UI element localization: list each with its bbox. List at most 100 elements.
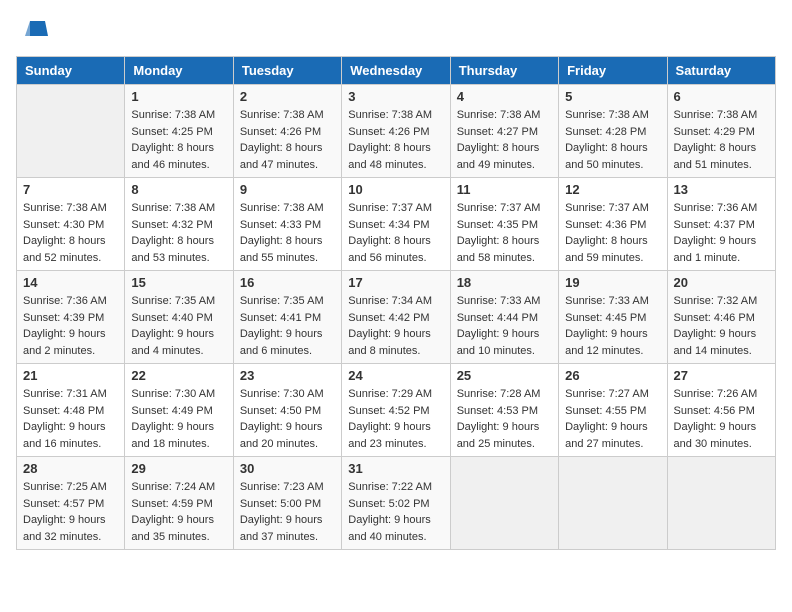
sunset-time: Sunset: 5:02 PM [348,498,429,510]
daylight-hours: Daylight: 9 hours and 8 minutes. [348,328,431,357]
calendar-cell: 3 Sunrise: 7:38 AM Sunset: 4:26 PM Dayli… [342,85,450,178]
calendar-cell [450,457,558,550]
sunset-time: Sunset: 4:52 PM [348,405,429,417]
calendar-cell: 9 Sunrise: 7:38 AM Sunset: 4:33 PM Dayli… [233,178,341,271]
sunrise-time: Sunrise: 7:38 AM [674,109,758,121]
sunrise-time: Sunrise: 7:22 AM [348,481,432,493]
daylight-hours: Daylight: 8 hours and 52 minutes. [23,235,106,264]
day-number: 13 [674,182,769,197]
sunset-time: Sunset: 4:29 PM [674,126,755,138]
sunrise-time: Sunrise: 7:26 AM [674,388,758,400]
sunset-time: Sunset: 4:30 PM [23,219,104,231]
calendar-cell: 2 Sunrise: 7:38 AM Sunset: 4:26 PM Dayli… [233,85,341,178]
day-info: Sunrise: 7:33 AM Sunset: 4:45 PM Dayligh… [565,293,660,359]
daylight-hours: Daylight: 8 hours and 59 minutes. [565,235,648,264]
day-number: 1 [131,89,226,104]
sunrise-time: Sunrise: 7:37 AM [348,202,432,214]
sunset-time: Sunset: 4:57 PM [23,498,104,510]
day-info: Sunrise: 7:28 AM Sunset: 4:53 PM Dayligh… [457,386,552,452]
day-number: 25 [457,368,552,383]
sunrise-time: Sunrise: 7:25 AM [23,481,107,493]
calendar-cell: 24 Sunrise: 7:29 AM Sunset: 4:52 PM Dayl… [342,364,450,457]
page-header [16,16,776,46]
daylight-hours: Daylight: 9 hours and 18 minutes. [131,421,214,450]
daylight-hours: Daylight: 9 hours and 6 minutes. [240,328,323,357]
day-number: 3 [348,89,443,104]
day-number: 17 [348,275,443,290]
daylight-hours: Daylight: 9 hours and 14 minutes. [674,328,757,357]
daylight-hours: Daylight: 8 hours and 46 minutes. [131,142,214,171]
day-info: Sunrise: 7:38 AM Sunset: 4:26 PM Dayligh… [348,107,443,173]
day-number: 19 [565,275,660,290]
sunrise-time: Sunrise: 7:23 AM [240,481,324,493]
calendar-cell: 5 Sunrise: 7:38 AM Sunset: 4:28 PM Dayli… [559,85,667,178]
calendar-cell: 16 Sunrise: 7:35 AM Sunset: 4:41 PM Dayl… [233,271,341,364]
daylight-hours: Daylight: 9 hours and 4 minutes. [131,328,214,357]
sunrise-time: Sunrise: 7:37 AM [457,202,541,214]
sunset-time: Sunset: 5:00 PM [240,498,321,510]
calendar-cell: 30 Sunrise: 7:23 AM Sunset: 5:00 PM Dayl… [233,457,341,550]
day-info: Sunrise: 7:33 AM Sunset: 4:44 PM Dayligh… [457,293,552,359]
day-info: Sunrise: 7:35 AM Sunset: 4:40 PM Dayligh… [131,293,226,359]
sunset-time: Sunset: 4:28 PM [565,126,646,138]
calendar-cell [17,85,125,178]
calendar-cell: 18 Sunrise: 7:33 AM Sunset: 4:44 PM Dayl… [450,271,558,364]
calendar-cell [559,457,667,550]
sunset-time: Sunset: 4:50 PM [240,405,321,417]
calendar-week-row: 14 Sunrise: 7:36 AM Sunset: 4:39 PM Dayl… [17,271,776,364]
sunrise-time: Sunrise: 7:38 AM [23,202,107,214]
daylight-hours: Daylight: 9 hours and 2 minutes. [23,328,106,357]
sunrise-time: Sunrise: 7:38 AM [565,109,649,121]
day-number: 6 [674,89,769,104]
daylight-hours: Daylight: 9 hours and 10 minutes. [457,328,540,357]
day-info: Sunrise: 7:36 AM Sunset: 4:37 PM Dayligh… [674,200,769,266]
day-info: Sunrise: 7:22 AM Sunset: 5:02 PM Dayligh… [348,479,443,545]
day-info: Sunrise: 7:38 AM Sunset: 4:29 PM Dayligh… [674,107,769,173]
daylight-hours: Daylight: 9 hours and 12 minutes. [565,328,648,357]
daylight-hours: Daylight: 8 hours and 58 minutes. [457,235,540,264]
daylight-hours: Daylight: 9 hours and 16 minutes. [23,421,106,450]
day-info: Sunrise: 7:25 AM Sunset: 4:57 PM Dayligh… [23,479,118,545]
daylight-hours: Daylight: 8 hours and 56 minutes. [348,235,431,264]
sunset-time: Sunset: 4:44 PM [457,312,538,324]
sunset-time: Sunset: 4:40 PM [131,312,212,324]
day-info: Sunrise: 7:37 AM Sunset: 4:36 PM Dayligh… [565,200,660,266]
daylight-hours: Daylight: 9 hours and 25 minutes. [457,421,540,450]
day-number: 18 [457,275,552,290]
weekday-header-sunday: Sunday [17,57,125,85]
weekday-header-saturday: Saturday [667,57,775,85]
day-number: 14 [23,275,118,290]
day-info: Sunrise: 7:38 AM Sunset: 4:33 PM Dayligh… [240,200,335,266]
day-number: 12 [565,182,660,197]
sunset-time: Sunset: 4:49 PM [131,405,212,417]
day-info: Sunrise: 7:36 AM Sunset: 4:39 PM Dayligh… [23,293,118,359]
sunset-time: Sunset: 4:39 PM [23,312,104,324]
sunrise-time: Sunrise: 7:38 AM [240,202,324,214]
sunrise-time: Sunrise: 7:36 AM [674,202,758,214]
sunset-time: Sunset: 4:45 PM [565,312,646,324]
daylight-hours: Daylight: 8 hours and 49 minutes. [457,142,540,171]
calendar-cell: 14 Sunrise: 7:36 AM Sunset: 4:39 PM Dayl… [17,271,125,364]
calendar-cell: 6 Sunrise: 7:38 AM Sunset: 4:29 PM Dayli… [667,85,775,178]
calendar-cell: 8 Sunrise: 7:38 AM Sunset: 4:32 PM Dayli… [125,178,233,271]
sunset-time: Sunset: 4:56 PM [674,405,755,417]
daylight-hours: Daylight: 9 hours and 23 minutes. [348,421,431,450]
day-number: 4 [457,89,552,104]
day-number: 27 [674,368,769,383]
weekday-header-monday: Monday [125,57,233,85]
daylight-hours: Daylight: 9 hours and 32 minutes. [23,514,106,543]
sunrise-time: Sunrise: 7:38 AM [131,109,215,121]
daylight-hours: Daylight: 9 hours and 35 minutes. [131,514,214,543]
calendar-cell: 4 Sunrise: 7:38 AM Sunset: 4:27 PM Dayli… [450,85,558,178]
sunrise-time: Sunrise: 7:27 AM [565,388,649,400]
day-info: Sunrise: 7:34 AM Sunset: 4:42 PM Dayligh… [348,293,443,359]
daylight-hours: Daylight: 8 hours and 51 minutes. [674,142,757,171]
sunset-time: Sunset: 4:33 PM [240,219,321,231]
calendar-cell: 11 Sunrise: 7:37 AM Sunset: 4:35 PM Dayl… [450,178,558,271]
calendar-cell: 28 Sunrise: 7:25 AM Sunset: 4:57 PM Dayl… [17,457,125,550]
sunrise-time: Sunrise: 7:35 AM [131,295,215,307]
logo-icon [20,16,50,46]
calendar-cell: 12 Sunrise: 7:37 AM Sunset: 4:36 PM Dayl… [559,178,667,271]
day-info: Sunrise: 7:38 AM Sunset: 4:25 PM Dayligh… [131,107,226,173]
weekday-header-row: SundayMondayTuesdayWednesdayThursdayFrid… [17,57,776,85]
